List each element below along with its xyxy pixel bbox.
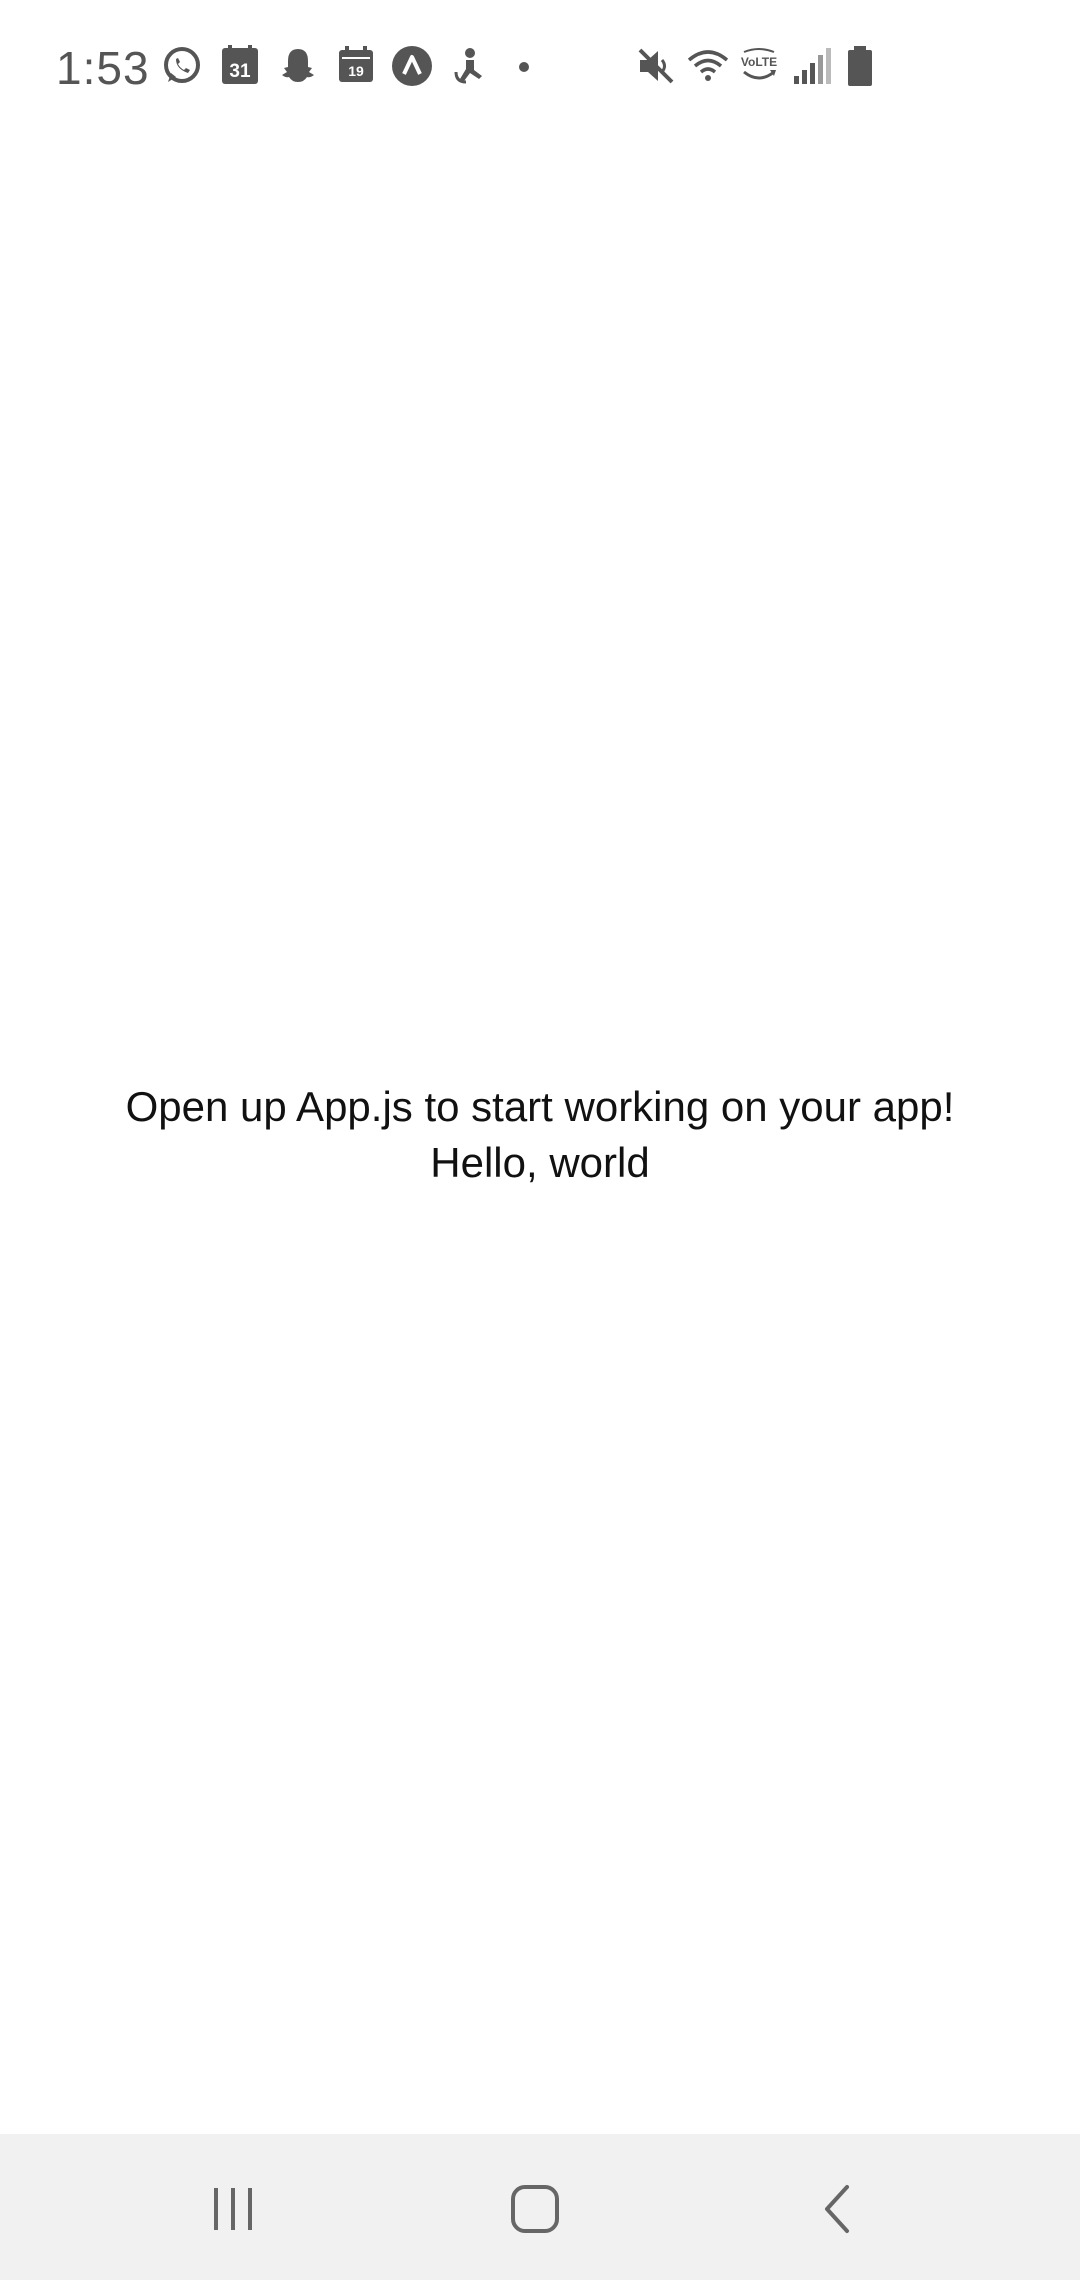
calendar-day-label: 19 (348, 63, 364, 79)
home-icon (511, 2185, 559, 2233)
accessibility-icon (446, 44, 490, 88)
back-chevron-icon (825, 2185, 849, 2233)
google-calendar-icon: 31 (218, 44, 262, 88)
signal-icon (790, 44, 834, 88)
calendar-icon: 19 (334, 44, 378, 88)
status-time: 1:53 (56, 42, 150, 94)
snapchat-icon (276, 44, 320, 88)
app-screen: 1:53 31 19 VoLTE Open up App.js to start… (0, 0, 1080, 2280)
more-notifications-dot-icon (502, 44, 546, 88)
navigation-bar (0, 2134, 1080, 2280)
home-button[interactable] (490, 2164, 580, 2254)
volte-label: VoLTE (741, 55, 777, 69)
instruction-text: Open up App.js to start working on your … (125, 1083, 955, 1130)
expo-icon (390, 44, 434, 88)
app-content: Open up App.js to start working on your … (0, 136, 1080, 2134)
mute-icon (634, 44, 678, 88)
wifi-icon (686, 44, 730, 88)
recent-apps-icon (214, 2188, 252, 2230)
greeting-text: Hello, world (430, 1139, 650, 1186)
recent-apps-button[interactable] (188, 2164, 278, 2254)
battery-icon (838, 44, 882, 88)
back-button[interactable] (792, 2164, 882, 2254)
whatsapp-icon (160, 44, 204, 88)
calendar-day-label: 31 (229, 61, 251, 82)
volte-icon: VoLTE (736, 44, 782, 88)
status-bar: 1:53 31 19 VoLTE (0, 0, 1080, 136)
